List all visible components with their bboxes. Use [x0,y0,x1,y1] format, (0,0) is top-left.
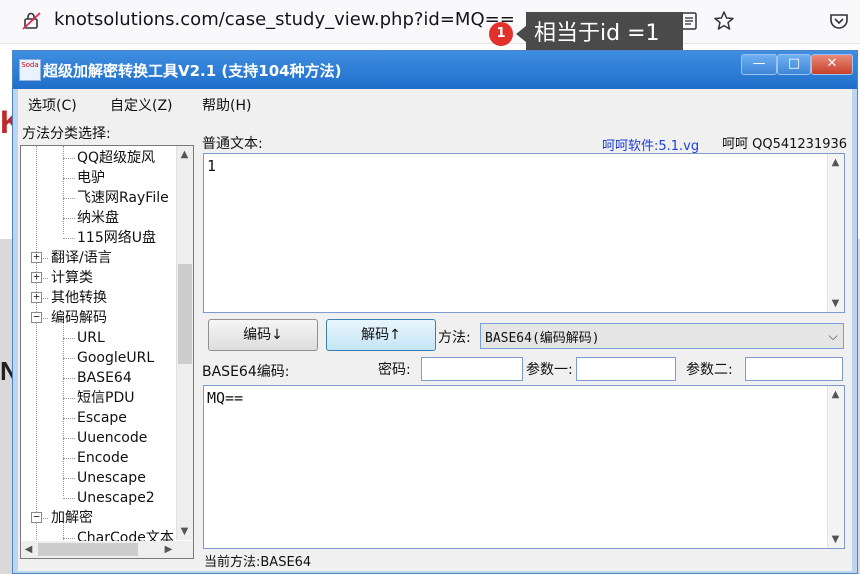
tree-guide-1 [63,146,64,234]
expand-plus-icon[interactable]: + [31,291,42,303]
param2-label: 参数二: [686,362,733,378]
tree-item[interactable]: 115网络U盘 [77,228,156,248]
param1-label: 参数一: [526,362,573,378]
password-label: 密码: [378,362,411,378]
tree-guide-root [36,146,37,540]
menu-help[interactable]: 帮助(H) [202,95,251,115]
tree-scroll-thumb[interactable] [178,264,192,364]
tree-label: 方法分类选择: [22,126,111,142]
tree-item[interactable]: URL [77,328,105,348]
tree-item[interactable]: 其他转换 [51,288,107,308]
tree-item[interactable]: Escape [77,408,127,428]
status-current-method: 当前方法:BASE64 [204,555,312,570]
expand-plus-icon[interactable]: + [31,251,42,263]
tree-horizontal-scrollbar[interactable]: ◀ ▶ [21,541,193,558]
encode-button[interactable]: 编码↓ [208,319,318,351]
tree-connector [63,538,75,539]
tree-item[interactable]: Uuencode [77,428,147,448]
tree-item[interactable]: 纳米盘 [77,208,119,228]
tree-item[interactable]: Unescape [77,468,146,488]
annotation-badge: 1 [489,22,513,46]
window-client: 选项(C) 自定义(Z) 帮助(H) 方法分类选择: QQ超级旋风 电驴 飞速网Ra… [18,89,852,571]
tree-item[interactable]: 计算类 [51,268,93,288]
encoded-text-area[interactable]: MQ== ▲ ▼ [203,385,845,549]
plain-scroll-down-icon[interactable]: ▼ [828,295,843,312]
insecure-lock-icon[interactable] [22,11,42,31]
pocket-icon[interactable] [828,10,850,32]
method-select[interactable]: BASE64(编码解码) ⌵ [480,323,844,349]
browser-toolbar: knotsolutions.com/case_study_view.php?id… [0,0,860,44]
encoded-text-value: MQ== [207,389,244,407]
tree-hscroll-thumb[interactable] [38,543,138,556]
tree-connector [63,458,75,459]
encoded-text-scrollbar[interactable]: ▲ ▼ [827,386,844,548]
tree-item[interactable]: Encode [77,448,128,468]
tree-connector [63,158,75,159]
tree-item[interactable]: QQ超级旋风 [77,148,155,168]
tree-item[interactable]: GoogleURL [77,348,154,368]
qq-contact: 呵呵 QQ541231936 [722,137,848,152]
tree-vertical-scrollbar[interactable]: ▲ ▼ [176,146,193,540]
window-title: 超级加解密转换工具V2.1 (支持104种方法) [43,62,342,80]
tree-item[interactable]: 翻译/语言 [51,248,112,268]
tree-item[interactable]: 电驴 [77,168,105,188]
tree-item[interactable]: Unescape2 [77,488,155,508]
scroll-right-arrow-icon[interactable]: ▶ [161,541,176,558]
tree-item[interactable]: 编码解码 [51,308,107,328]
tree-connector [63,438,75,439]
chevron-down-icon[interactable]: ⌵ [823,324,843,348]
encoded-scroll-down-icon[interactable]: ▼ [828,531,843,548]
param1-field[interactable] [576,357,676,381]
maximize-button[interactable]: □ [777,54,811,75]
tree-connector [63,198,75,199]
menu-customize[interactable]: 自定义(Z) [110,95,173,115]
tree-connector [63,178,75,179]
expand-plus-icon[interactable]: + [31,271,42,283]
tree-connector [63,398,75,399]
method-tree: QQ超级旋风 电驴 飞速网RayFile 纳米盘 115网络U盘 翻译/语言 + 计算类 + 其他… [20,145,194,559]
tree-connector [63,218,75,219]
plain-scroll-up-icon[interactable]: ▲ [828,154,843,171]
param2-field[interactable] [745,357,843,381]
tree-connector [63,238,75,239]
software-link[interactable]: 呵呵软件:5.1.vg [602,135,699,154]
app-icon-label: Soda [21,61,39,69]
url-bar[interactable]: knotsolutions.com/case_study_view.php?id… [54,9,515,30]
tree-connector [63,378,75,379]
tree-item[interactable]: 加解密 [51,508,93,528]
app-window: Soda 超级加解密转换工具V2.1 (支持104种方法) — □ ✕ 选项(C… [12,50,858,574]
plain-text-value: 1 [207,157,217,175]
close-button[interactable]: ✕ [811,54,853,75]
tree-connector [63,338,75,339]
plain-text-label: 普通文本: [202,136,263,152]
tree-item[interactable]: 短信PDU [77,388,134,408]
tree-item[interactable]: 飞速网RayFile [77,188,169,208]
collapse-minus-icon[interactable]: − [31,311,42,323]
scroll-down-arrow-icon[interactable]: ▼ [177,523,192,540]
tree-connector [63,358,75,359]
method-select-value: BASE64(编码解码) [485,331,600,346]
app-icon: Soda [19,59,41,81]
password-field[interactable] [421,357,523,381]
encoded-label: BASE64编码: [202,364,290,380]
menu-options[interactable]: 选项(C) [28,95,77,115]
plain-text-area[interactable]: 1 ▲ ▼ [203,153,845,313]
tree-connector [63,478,75,479]
scroll-up-arrow-icon[interactable]: ▲ [177,146,192,163]
title-bar[interactable]: Soda 超级加解密转换工具V2.1 (支持104种方法) — □ ✕ [13,51,857,89]
minimize-button[interactable]: — [741,54,777,75]
tree-connector [63,498,75,499]
menu-bar: 选项(C) 自定义(Z) 帮助(H) [18,91,852,117]
encoded-scroll-up-icon[interactable]: ▲ [828,386,843,403]
scroll-left-arrow-icon[interactable]: ◀ [21,541,36,558]
tree-connector [63,418,75,419]
decode-button[interactable]: 解码↑ [326,319,436,351]
method-label: 方法: [438,330,471,346]
bookmark-star-icon[interactable] [712,9,736,33]
plain-text-scrollbar[interactable]: ▲ ▼ [827,154,844,312]
tree-item[interactable]: BASE64 [77,368,132,388]
collapse-minus-icon[interactable]: − [31,511,42,523]
tree-guide-2 [63,318,64,496]
